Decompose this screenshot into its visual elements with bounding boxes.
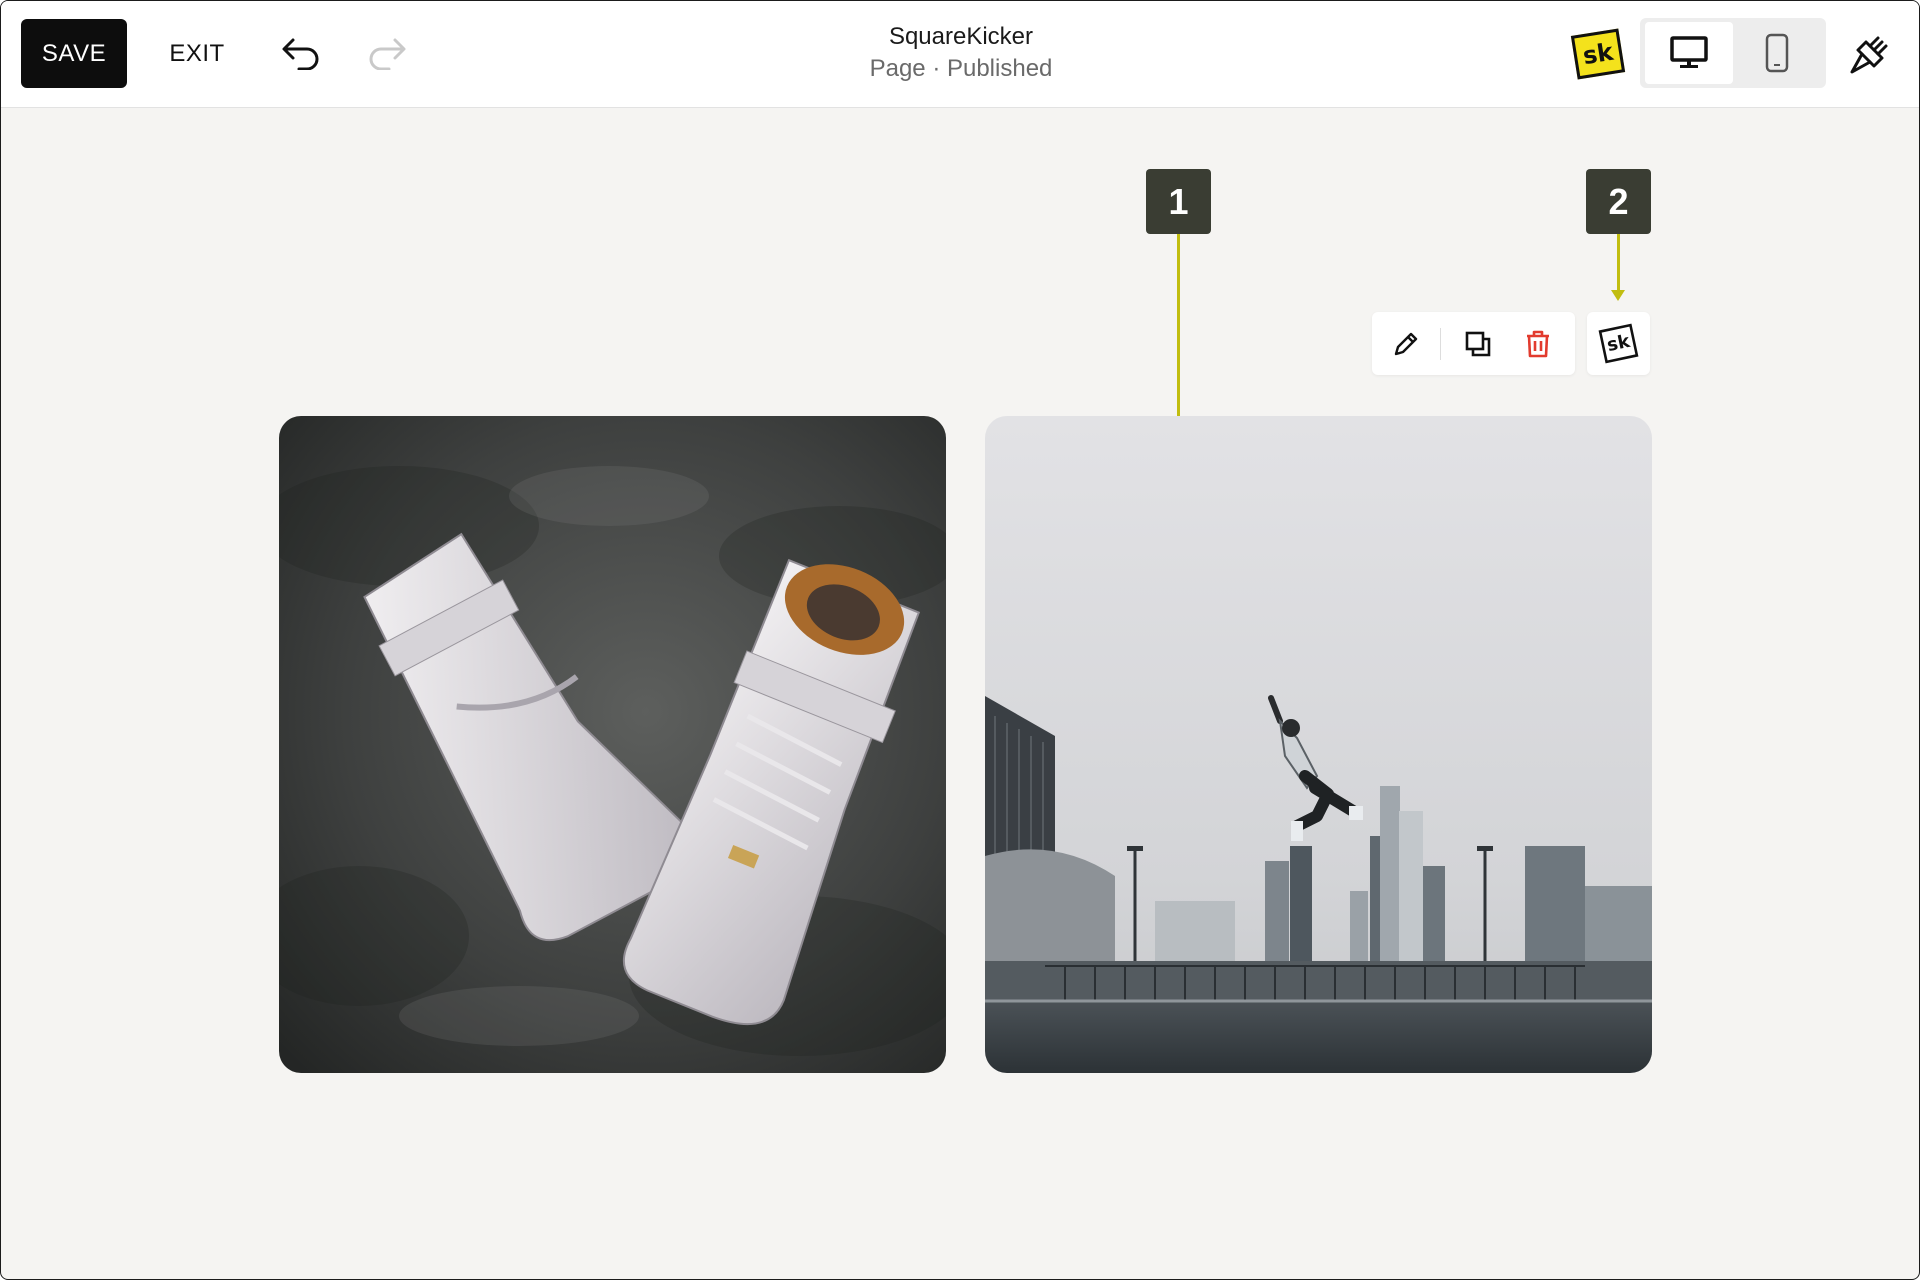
duplicate-block-button[interactable] [1456, 322, 1500, 366]
block-toolbar [1372, 312, 1575, 375]
image-block-city-jump[interactable] [985, 416, 1652, 1073]
sk-logo-text: sk [1580, 37, 1616, 71]
editor-window: SAVE EXIT SquareKicker Page · Published … [0, 0, 1920, 1280]
exit-button[interactable]: EXIT [161, 19, 233, 88]
undo-button[interactable] [277, 31, 325, 75]
trash-icon [1527, 330, 1549, 358]
mobile-icon [1765, 33, 1789, 73]
callout-2-arrow [1617, 234, 1620, 290]
duplicate-icon [1465, 331, 1491, 357]
desktop-view-button[interactable] [1645, 22, 1733, 84]
redo-button[interactable] [363, 31, 411, 75]
callout-1-arrow [1177, 234, 1180, 426]
page-status: Page · Published [869, 55, 1053, 82]
image-block-sneakers[interactable] [279, 416, 946, 1073]
callout-1-number: 1 [1168, 180, 1189, 222]
edit-block-button[interactable] [1384, 322, 1428, 366]
squarekicker-logo-button[interactable]: sk [1570, 28, 1626, 80]
sk-badge-text: sk [1605, 330, 1632, 357]
device-view-toggle [1640, 18, 1826, 88]
toolbar-divider [1440, 328, 1441, 360]
paintbrush-icon [1850, 36, 1888, 74]
delete-block-button[interactable] [1516, 322, 1560, 366]
redo-icon [369, 38, 406, 70]
site-name: SquareKicker [888, 23, 1034, 50]
callout-2-arrowhead [1611, 290, 1625, 301]
callout-badge-2: 2 [1586, 169, 1651, 234]
desktop-icon [1670, 36, 1708, 68]
city-jump-photo [985, 416, 1652, 1073]
save-button[interactable]: SAVE [21, 19, 127, 88]
page-title-block: SquareKicker Page · Published [761, 21, 1161, 85]
callout-badge-1: 1 [1146, 169, 1211, 234]
callout-2-number: 2 [1608, 180, 1629, 222]
undo-icon [282, 38, 319, 70]
sneakers-photo [279, 416, 946, 1073]
mobile-view-button[interactable] [1733, 22, 1821, 84]
squarekicker-block-button[interactable]: sk [1587, 312, 1650, 375]
top-bar: SAVE EXIT SquareKicker Page · Published … [1, 1, 1919, 108]
design-brush-button[interactable] [1845, 29, 1895, 79]
edit-pencil-icon [1394, 332, 1418, 356]
